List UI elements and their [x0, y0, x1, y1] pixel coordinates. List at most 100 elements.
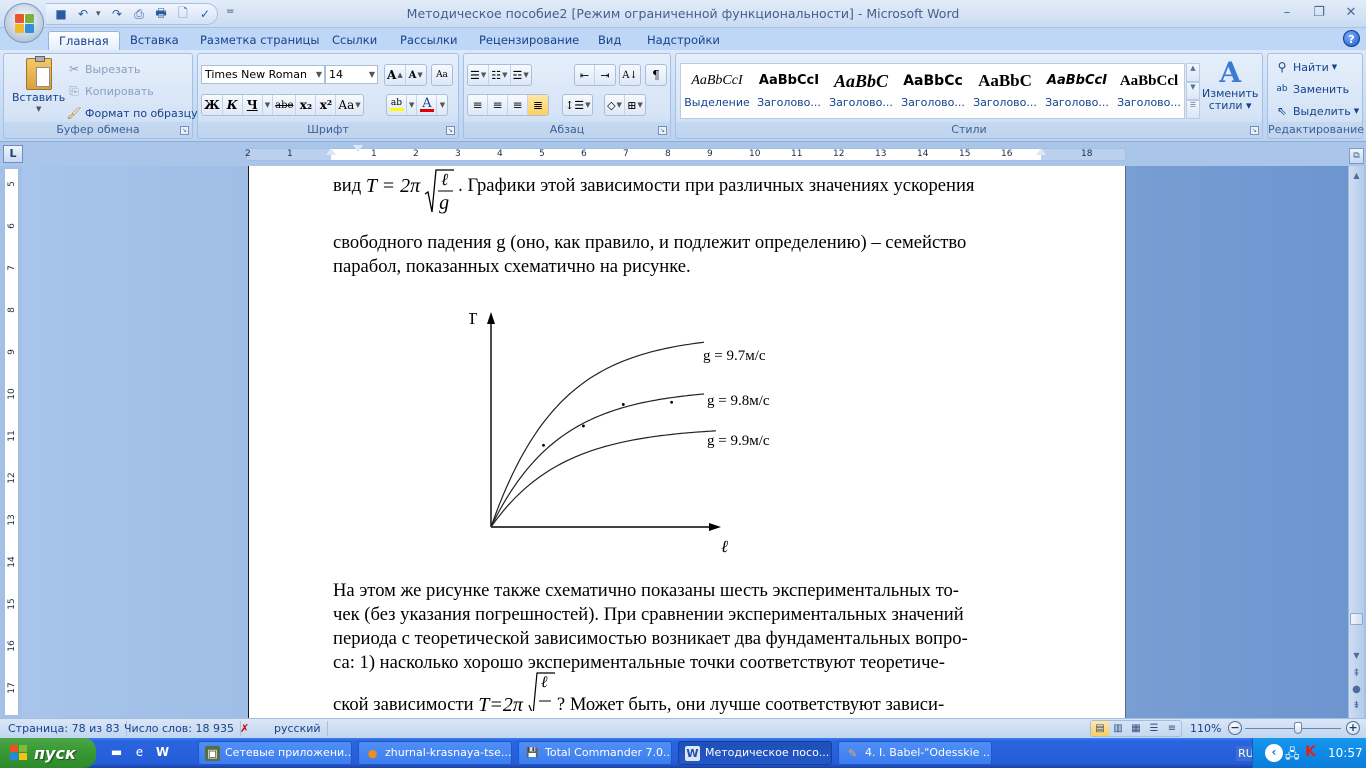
tab-page-layout[interactable]: Разметка страницы	[190, 31, 329, 50]
zoom-slider-thumb[interactable]	[1293, 722, 1302, 734]
hanging-indent-marker[interactable]	[326, 148, 336, 155]
vertical-scrollbar[interactable]: ▲ ▼ ⇞ ● ⇟	[1348, 166, 1364, 718]
superscript-button[interactable]: x²	[316, 95, 337, 115]
taskbar-item[interactable]: ✎ 4. I. Babel-"Odesskie ...	[838, 741, 992, 765]
justify-button[interactable]: ≣	[528, 95, 548, 115]
style-heading-4[interactable]: AaBbC Заголово...	[971, 66, 1039, 116]
shrink-font-button[interactable]: A ▼	[406, 65, 426, 85]
pilcrow-button[interactable]: ¶	[646, 65, 666, 85]
font-color-button[interactable]: A	[417, 95, 438, 115]
align-center-button[interactable]: ≡	[488, 95, 508, 115]
style-heading-5[interactable]: AaBbCcI Заголово...	[1043, 66, 1111, 116]
paste-button[interactable]: Вставить ▼	[12, 56, 65, 113]
style-emphasis[interactable]: AaBbCcI Выделение	[683, 66, 751, 116]
subscript-button[interactable]: x₂	[296, 95, 317, 115]
zoom-level[interactable]: 110%	[1190, 721, 1221, 736]
font-name-combo[interactable]: Times New Roman ▼	[201, 65, 325, 84]
scroll-down-icon[interactable]: ▼	[1349, 648, 1364, 664]
outline-icon[interactable]: ☰	[1145, 721, 1163, 736]
replace-button[interactable]: ab Заменить	[1274, 81, 1349, 97]
proofing-error-icon[interactable]: ✗	[234, 721, 255, 736]
shading-button[interactable]: ◇ ▼	[605, 95, 625, 115]
font-launcher-icon[interactable]: ↘	[446, 126, 455, 135]
taskbar-item[interactable]: ▣ Сетевые приложени...	[198, 741, 352, 765]
chevron-down-icon[interactable]: ▼	[369, 66, 375, 83]
align-right-button[interactable]: ≡	[508, 95, 528, 115]
borders-button[interactable]: ⊞ ▼	[625, 95, 645, 115]
paste-dropdown-icon[interactable]: ▼	[36, 105, 41, 113]
next-page-icon[interactable]: ⇟	[1349, 698, 1364, 714]
total-commander-quick-icon[interactable]: ▬	[108, 744, 125, 761]
numbering-button[interactable]: ☷ ▼	[489, 65, 511, 85]
clipboard-launcher-icon[interactable]: ↘	[180, 126, 189, 135]
taskbar-item-active[interactable]: W Методическое посо...	[678, 741, 832, 765]
gallery-down-icon[interactable]: ▼	[1186, 81, 1200, 101]
word-count[interactable]: Число слов: 18 935	[118, 721, 241, 736]
tab-insert[interactable]: Вставка	[120, 31, 189, 50]
italic-button[interactable]: К	[223, 95, 243, 115]
copy-button[interactable]: ⎘ Копировать	[66, 83, 154, 99]
word-quick-icon[interactable]: W	[154, 744, 171, 761]
highlight-dropdown-icon[interactable]: ▼	[407, 95, 418, 115]
right-indent-marker[interactable]	[1036, 148, 1046, 155]
vertical-ruler[interactable]: 5 6 7 8 9 10 11 12 13 14 15 16 17	[4, 168, 19, 716]
decrease-indent-button[interactable]: ⇤	[575, 65, 595, 85]
antivirus-icon[interactable]: K	[1305, 744, 1316, 760]
select-button[interactable]: ⇖ Выделить ▼	[1274, 103, 1359, 119]
zoom-in-icon[interactable]: +	[1346, 721, 1360, 735]
zoom-out-icon[interactable]: −	[1228, 721, 1242, 735]
line-spacing-button[interactable]: ↕☰ ▼	[563, 95, 592, 115]
tab-addins[interactable]: Надстройки	[637, 31, 730, 50]
previous-page-icon[interactable]: ⇞	[1349, 666, 1364, 682]
web-layout-icon[interactable]: ▦	[1127, 721, 1145, 736]
scroll-up-icon[interactable]: ▲	[1349, 168, 1364, 184]
scroll-thumb[interactable]	[1350, 613, 1363, 625]
find-button[interactable]: ⚲ Найти ▼	[1274, 59, 1338, 75]
tab-view[interactable]: Вид	[588, 31, 631, 50]
tab-stop-selector[interactable]: L	[3, 145, 23, 163]
browse-object-icon[interactable]: ●	[1349, 682, 1364, 698]
change-case-button[interactable]: Aa ▼	[336, 95, 362, 115]
office-button[interactable]	[4, 3, 44, 43]
highlight-button[interactable]: ab	[387, 95, 407, 115]
underline-button[interactable]: Ч	[243, 95, 263, 115]
strikethrough-button[interactable]: abe	[273, 95, 297, 115]
tab-home[interactable]: Главная	[48, 31, 120, 50]
format-painter-button[interactable]: 🖌 Формат по образцу	[66, 105, 197, 121]
bullets-button[interactable]: ☰ ▼	[468, 65, 490, 85]
horizontal-ruler[interactable]: 2 1 1 2 3 4 5 6 7 8 9 10 11 12 13 14 15 16 18	[245, 145, 1126, 161]
style-heading-6[interactable]: AaBbCcl Заголово...	[1115, 66, 1183, 116]
font-size-combo[interactable]: 14 ▼	[325, 65, 378, 84]
minimize-button[interactable]: –	[1278, 4, 1296, 22]
gallery-up-icon[interactable]: ▲	[1186, 63, 1200, 82]
browser-quick-icon[interactable]: e	[131, 744, 148, 761]
increase-indent-button[interactable]: ⇥	[595, 65, 615, 85]
close-button[interactable]: ✕	[1342, 4, 1360, 22]
font-color-dropdown-icon[interactable]: ▼	[437, 95, 447, 115]
print-layout-icon[interactable]: ▤	[1091, 721, 1109, 736]
bold-button[interactable]: Ж	[202, 95, 223, 115]
style-heading-1[interactable]: AaBbCcI Заголово...	[755, 66, 823, 116]
full-screen-reading-icon[interactable]: ▥	[1109, 721, 1127, 736]
gallery-more-icon[interactable]: ☰	[1186, 100, 1200, 120]
help-icon[interactable]: ?	[1343, 30, 1360, 47]
show-hidden-icons-icon[interactable]: ‹	[1265, 744, 1283, 762]
grow-font-button[interactable]: A ▲	[385, 65, 406, 85]
start-button[interactable]: пуск	[0, 738, 96, 768]
draft-icon[interactable]: ≡	[1163, 721, 1181, 736]
restore-button[interactable]: ❐	[1310, 4, 1328, 22]
styles-launcher-icon[interactable]: ↘	[1250, 126, 1259, 135]
style-heading-2[interactable]: AaBbC Заголово...	[827, 66, 895, 116]
multilevel-list-button[interactable]: ☲ ▼	[511, 65, 531, 85]
cut-button[interactable]: ✂ Вырезать	[66, 61, 141, 77]
align-left-button[interactable]: ≡	[468, 95, 488, 115]
taskbar-item[interactable]: 💾 Total Commander 7.0...	[518, 741, 672, 765]
taskbar-item[interactable]: ● zhurnal-krasnaya-tse...	[358, 741, 512, 765]
ruler-toggle-icon[interactable]: ⧉	[1349, 148, 1364, 164]
tab-mailings[interactable]: Рассылки	[390, 31, 467, 50]
tab-review[interactable]: Рецензирование	[469, 31, 589, 50]
first-line-indent-marker[interactable]	[353, 145, 363, 152]
style-heading-3[interactable]: AaBbCc Заголово...	[899, 66, 967, 116]
chevron-down-icon[interactable]: ▼	[316, 66, 322, 83]
sort-button[interactable]: A↓	[620, 65, 640, 85]
